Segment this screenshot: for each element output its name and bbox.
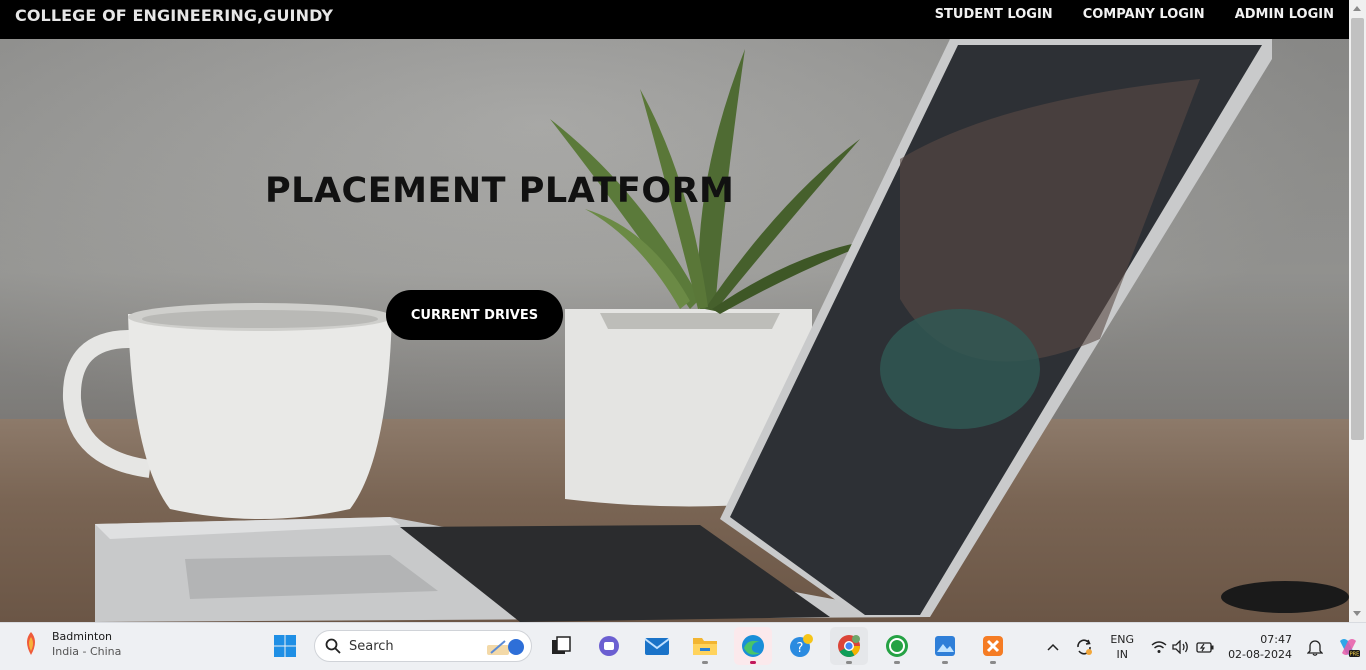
scroll-up-arrow-icon[interactable] [1353, 6, 1361, 11]
teams-chat-icon [599, 636, 619, 656]
taskbar-apps: Search ? [266, 627, 1012, 665]
notifications-button[interactable] [1300, 638, 1330, 656]
edge-button[interactable] [734, 627, 772, 665]
sports-widget-icon [27, 632, 35, 655]
windows-start-icon [274, 635, 296, 657]
svg-text:PRE: PRE [1350, 652, 1360, 658]
volume-icon [1172, 640, 1188, 654]
edge-icon [742, 635, 764, 657]
clock-time: 07:47 [1260, 633, 1292, 646]
volume-button[interactable] [1170, 640, 1192, 654]
taskbar-search[interactable]: Search [314, 630, 532, 662]
task-view-icon [552, 636, 571, 654]
system-tray: ENG IN 07:47 02-08-2024 PRE [1042, 623, 1366, 670]
whatsapp-button[interactable] [878, 627, 916, 665]
running-indicator [846, 661, 852, 664]
mail-button[interactable] [638, 627, 676, 665]
scrollbar-thumb[interactable] [1351, 18, 1364, 440]
task-view-button[interactable] [542, 627, 580, 665]
nav-links: STUDENT LOGIN COMPANY LOGIN ADMIN LOGIN [935, 7, 1334, 22]
windows-taskbar: Badminton India - China Search ? ENG IN … [0, 622, 1366, 670]
search-icon [325, 638, 341, 654]
region-code: IN [1116, 648, 1128, 661]
xampp-button[interactable] [974, 627, 1012, 665]
file-explorer-icon [693, 638, 717, 655]
scroll-down-arrow-icon[interactable] [1353, 611, 1361, 616]
battery-charging-icon [1196, 642, 1214, 653]
tips-button[interactable]: ? [782, 627, 820, 665]
current-drives-button[interactable]: CURRENT DRIVES [386, 290, 563, 340]
xampp-icon [983, 636, 1003, 656]
photos-icon [935, 636, 955, 656]
battery-button[interactable] [1192, 640, 1218, 654]
wifi-button[interactable] [1148, 640, 1170, 654]
search-highlight-icon [487, 639, 524, 655]
student-login-link[interactable]: STUDENT LOGIN [935, 7, 1053, 22]
admin-login-link[interactable]: ADMIN LOGIN [1235, 7, 1334, 22]
widget-subtitle: India - China [52, 645, 122, 658]
running-indicator [942, 661, 948, 664]
whatsapp-icon [886, 635, 908, 657]
sync-icon [1077, 639, 1093, 655]
hero-section: PLACEMENT PLATFORM CURRENT DRIVES [0, 39, 1349, 622]
language-indicator[interactable]: ENG IN [1110, 632, 1134, 662]
mail-icon [644, 638, 670, 655]
chrome-button[interactable] [830, 627, 868, 665]
running-indicator [990, 661, 996, 664]
photos-button[interactable] [926, 627, 964, 665]
teams-chat-button[interactable] [590, 627, 628, 665]
running-indicator [702, 661, 708, 664]
copilot-icon: PRE [1340, 639, 1360, 658]
chevron-up-icon [1047, 643, 1059, 651]
site-brand[interactable]: COLLEGE OF ENGINEERING,GUINDY [15, 6, 333, 25]
weather-widget[interactable]: Badminton India - China [20, 629, 121, 659]
running-indicator [750, 661, 756, 664]
page-scrollbar[interactable] [1349, 0, 1366, 622]
start-button[interactable] [266, 627, 304, 665]
page-title: PLACEMENT PLATFORM [265, 171, 735, 211]
chrome-icon [838, 635, 860, 657]
top-navbar: COLLEGE OF ENGINEERING,GUINDY STUDENT LO… [0, 0, 1349, 39]
hero-background-photo [62, 39, 1349, 622]
copilot-button[interactable]: PRE [1330, 635, 1366, 659]
file-explorer-button[interactable] [686, 627, 724, 665]
tips-icon: ? [790, 634, 813, 657]
sync-button[interactable] [1064, 637, 1104, 657]
widget-title: Badminton [52, 630, 113, 643]
bell-icon [1307, 640, 1323, 656]
clock-date: 02-08-2024 [1228, 648, 1292, 661]
taskbar-clock[interactable]: 07:47 02-08-2024 [1228, 632, 1292, 662]
running-indicator [894, 661, 900, 664]
lens-cap-illustration [1221, 581, 1349, 613]
language-code: ENG [1110, 633, 1135, 646]
wifi-icon [1151, 641, 1167, 653]
coffee-cup-illustration [62, 303, 392, 519]
company-login-link[interactable]: COMPANY LOGIN [1083, 7, 1205, 22]
search-label: Search [349, 638, 394, 654]
svg-text:?: ? [797, 641, 804, 656]
show-hidden-icons-button[interactable] [1042, 643, 1064, 651]
